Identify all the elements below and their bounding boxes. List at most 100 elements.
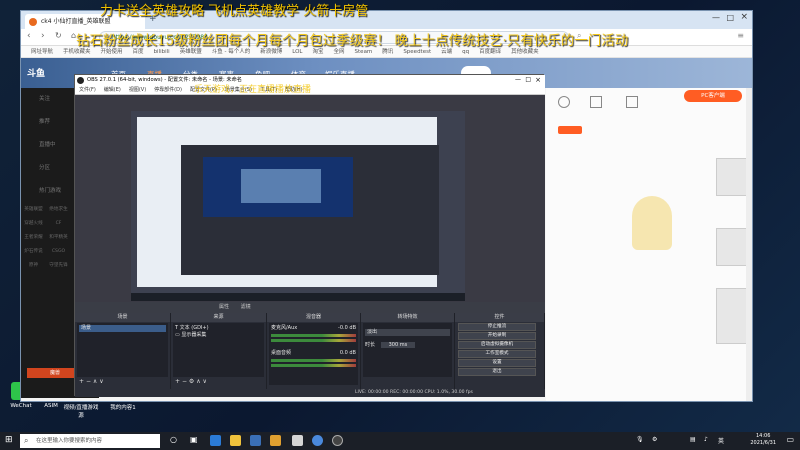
down-icon[interactable]: ∨ <box>203 378 207 385</box>
bookmark-link[interactable]: 网址导航 <box>31 46 53 57</box>
gear-icon[interactable]: ⚙ <box>189 378 194 385</box>
side-ad-card[interactable] <box>716 228 748 266</box>
task-view-icon[interactable]: ▣ <box>190 435 198 444</box>
remove-icon[interactable]: − <box>86 378 91 385</box>
desktop-icon-label: 我的内容1 <box>110 405 136 411</box>
taskbar-clock[interactable]: 14:06 2021/6/31 <box>750 433 776 447</box>
microphone-icon[interactable]: 🎙 <box>636 436 644 443</box>
clock-time: 14:06 <box>755 433 771 439</box>
duration-input[interactable]: 300 ms <box>380 342 416 348</box>
taskbar: ⊞ ⌕ 在这里输入你要搜索的内容 ○ ▣ 🎙 ⚙ ▤ ♪ 英 14:06 202… <box>0 432 800 450</box>
source-item[interactable]: ▭ 显示器采集 <box>175 332 262 339</box>
clock-date: 2021/6/31 <box>750 440 776 446</box>
obs-menu-item[interactable]: 文件(F) <box>79 87 96 93</box>
volume-meter <box>271 334 356 337</box>
category-link[interactable]: CSGO <box>46 245 71 259</box>
category-link[interactable]: 绝地求生 <box>46 203 71 217</box>
close-icon[interactable]: × <box>535 75 541 85</box>
settings-button[interactable]: 设置 <box>458 359 536 367</box>
promo-badge[interactable] <box>558 126 582 134</box>
back-icon[interactable]: ‹ <box>27 31 31 41</box>
scenes-header: 场景 <box>75 313 170 322</box>
category-link[interactable]: 和平精英 <box>46 231 71 245</box>
category-link[interactable]: 炉石传说 <box>21 245 46 259</box>
ime-language[interactable]: 英 <box>718 436 724 445</box>
desktop-icon-label: ASIM <box>44 403 58 409</box>
properties-button[interactable]: 属性 <box>219 304 229 310</box>
scene-item[interactable]: 场景 <box>79 325 166 332</box>
start-recording-button[interactable]: 开始录制 <box>458 332 536 340</box>
down-icon[interactable]: ∨ <box>99 378 103 385</box>
category-link[interactable]: 原神 <box>21 259 46 273</box>
close-icon[interactable]: × <box>740 12 748 22</box>
tray-icon[interactable]: ⚙ <box>652 436 657 443</box>
transitions-dock: 转场特效 淡出 时长 300 ms <box>361 313 455 389</box>
edit-icon[interactable] <box>590 96 602 108</box>
menu-icon[interactable]: ≡ <box>737 31 744 40</box>
remove-icon[interactable]: − <box>182 378 187 385</box>
obs-menu-item[interactable]: 编辑(E) <box>104 87 121 93</box>
volume-icon[interactable]: ♪ <box>704 436 708 443</box>
douyu-favicon-icon <box>29 18 37 26</box>
windows-start-icon[interactable]: ⊞ <box>5 435 13 445</box>
notification-icon[interactable] <box>626 96 638 108</box>
stream-overlay-text: 钻石粉丝成长15级粉丝团每个月每个月包过季级赛！ 晚上十点传统技艺·只有快乐的一… <box>76 33 629 49</box>
obs-preview[interactable] <box>75 95 545 302</box>
taskbar-search-input[interactable]: ⌕ 在这里输入你要搜索的内容 <box>20 434 160 448</box>
cortana-icon[interactable]: ○ <box>170 435 177 444</box>
app-icon[interactable] <box>292 435 303 446</box>
page-scrollbar[interactable] <box>746 88 752 401</box>
transitions-header: 转场特效 <box>361 313 454 322</box>
browser-icon[interactable] <box>312 435 323 446</box>
history-icon[interactable] <box>558 96 570 108</box>
channel-name: 麦克风/Aux <box>271 325 298 331</box>
edge-icon[interactable] <box>210 435 221 446</box>
refresh-icon[interactable]: ↻ <box>55 31 62 40</box>
studio-mode-button[interactable]: 工作室模式 <box>458 350 536 358</box>
filters-button[interactable]: 滤镜 <box>241 304 251 310</box>
notification-icon[interactable]: ▭ <box>786 435 794 444</box>
volume-slider[interactable] <box>271 339 356 342</box>
mixer-dock: 混音器 麦克风/Aux -0.0 dB 桌面音频 0.0 dB <box>267 313 361 389</box>
minimize-icon[interactable]: — <box>515 75 521 85</box>
category-link[interactable]: 英雄联盟 <box>21 203 46 217</box>
transitions-body: 淡出 时长 300 ms <box>363 323 452 377</box>
up-icon[interactable]: ∧ <box>93 378 97 385</box>
store-icon[interactable] <box>250 435 261 446</box>
exit-button[interactable]: 退出 <box>458 368 536 376</box>
obs-menu-item[interactable]: 停靠部件(D) <box>154 87 182 93</box>
volume-slider[interactable] <box>271 364 356 367</box>
category-link[interactable]: CF <box>46 217 71 231</box>
side-ad-card[interactable] <box>716 288 748 344</box>
obs-logo-icon <box>77 77 84 84</box>
minimize-icon[interactable]: — <box>712 13 720 22</box>
channel-db: -0.0 dB <box>338 325 356 331</box>
douyu-logo[interactable]: 斗鱼 <box>27 66 45 79</box>
pc-client-button[interactable]: PC客户端 <box>684 90 742 102</box>
file-explorer-icon[interactable] <box>230 435 241 446</box>
maximize-icon[interactable]: □ <box>525 75 531 85</box>
add-icon[interactable]: + <box>175 378 180 385</box>
mixer-channel: 桌面音频 0.0 dB <box>271 350 356 367</box>
mixer-list: 麦克风/Aux -0.0 dB 桌面音频 0.0 dB <box>269 323 358 385</box>
category-link[interactable]: 穿越火线 <box>21 217 46 231</box>
category-link[interactable]: 守望先锋 <box>46 259 71 273</box>
virtual-camera-button[interactable]: 启动虚拟摄像机 <box>458 341 536 349</box>
transition-select[interactable]: 淡出 <box>365 329 450 336</box>
obs-menu-item[interactable]: 视图(V) <box>129 87 146 93</box>
add-icon[interactable]: + <box>79 378 84 385</box>
app-icon[interactable] <box>270 435 281 446</box>
obs-taskbar-icon[interactable] <box>332 435 343 446</box>
category-link[interactable]: 王者荣耀 <box>21 231 46 245</box>
desktop-icon-label: 视频/直播游戏源 <box>63 405 99 419</box>
network-icon[interactable]: ▤ <box>690 436 696 443</box>
maximize-icon[interactable]: □ <box>726 13 734 22</box>
source-label: 文本 (GDI+) <box>179 325 209 331</box>
channel-name: 桌面音频 <box>271 350 292 356</box>
stop-streaming-button[interactable]: 停止推流 <box>458 323 536 331</box>
forward-icon[interactable]: › <box>41 31 45 41</box>
search-placeholder: 在这里输入你要搜索的内容 <box>36 438 103 444</box>
side-ad-card[interactable] <box>716 158 748 196</box>
source-item[interactable]: T 文本 (GDI+) <box>175 325 262 332</box>
up-icon[interactable]: ∧ <box>196 378 200 385</box>
